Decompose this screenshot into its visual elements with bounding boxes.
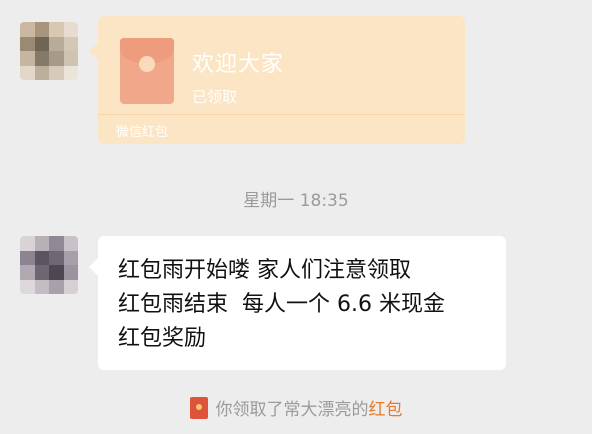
notice-red-packet-link[interactable]: 红包	[369, 395, 403, 420]
red-packet-status: 已领取	[192, 88, 238, 106]
text-message-bubble[interactable]: 红包雨开始喽 家人们注意领取 红包雨结束 每人一个 6.6 米现金 红包奖励	[89, 236, 506, 370]
avatar[interactable]	[20, 236, 78, 294]
red-packet-card[interactable]: 欢迎大家 已领取 微信红包	[89, 16, 465, 144]
chat-window: 欢迎大家 已领取 微信红包 星期一 18:35 红包雨开始喽 家人们注意领取 红…	[0, 0, 592, 434]
system-notice: 你领取了常大漂亮的 红包	[0, 395, 592, 420]
red-packet-icon	[120, 38, 174, 104]
red-packet-footer-label: 微信红包	[116, 125, 169, 140]
message-line: 红包雨结束 每人一个 6.6 米现金	[118, 292, 445, 317]
red-packet-title: 欢迎大家	[192, 52, 285, 77]
message-timestamp: 星期一 18:35	[243, 191, 349, 211]
red-packet-footer: 微信红包	[98, 114, 465, 144]
avatar[interactable]	[20, 22, 78, 80]
red-packet-icon	[189, 396, 208, 419]
notice-text: 你领取了常大漂亮的	[215, 400, 369, 420]
message-line: 红包奖励	[118, 326, 207, 351]
message-line: 红包雨开始喽 家人们注意领取	[118, 258, 411, 283]
